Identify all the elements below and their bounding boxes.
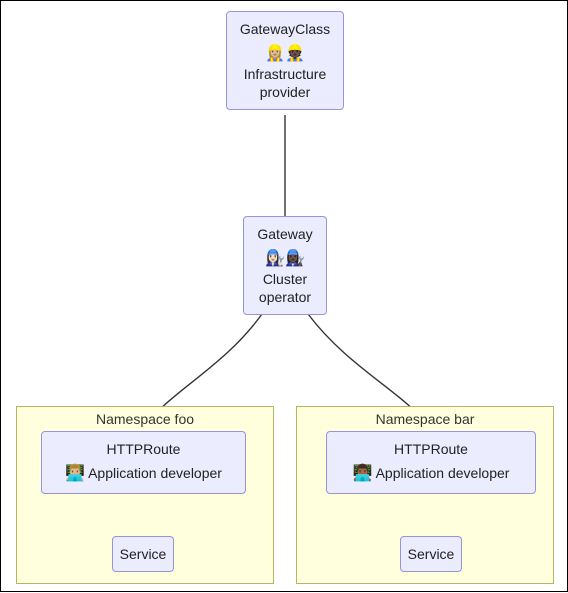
gatewayclass-title: GatewayClass xyxy=(237,20,333,38)
gateway-role-2: operator xyxy=(254,288,316,306)
node-service-bar: Service xyxy=(400,536,462,572)
gatewayclass-role-1: Infrastructure xyxy=(237,65,333,83)
node-gatewayclass: GatewayClass 👷🏼‍♀️👷🏿 Infrastructure prov… xyxy=(226,11,344,110)
node-httproute-bar: HTTPRoute 👨🏾‍💻 Application developer xyxy=(326,431,536,494)
namespace-bar-label: Namespace bar xyxy=(297,411,553,427)
gatewayclass-role-2: provider xyxy=(237,83,333,101)
httproute-foo-role: Application developer xyxy=(88,465,222,481)
service-foo-label: Service xyxy=(120,546,167,562)
service-bar-label: Service xyxy=(408,546,455,562)
node-service-foo: Service xyxy=(112,536,174,572)
node-gateway: Gateway 👩🏻‍🔧👩🏿‍🔧 Cluster operator xyxy=(243,216,327,315)
developer-icon: 👨🏾‍💻 xyxy=(353,465,373,482)
gateway-role-1: Cluster xyxy=(254,270,316,288)
node-httproute-foo: HTTPRoute 👨🏼‍💻 Application developer xyxy=(41,431,246,494)
mechanic-icon: 👩🏻‍🔧👩🏿‍🔧 xyxy=(254,249,316,270)
gateway-title: Gateway xyxy=(254,225,316,243)
httproute-bar-role: Application developer xyxy=(376,465,510,481)
construction-worker-icon: 👷🏼‍♀️👷🏿 xyxy=(237,44,333,65)
developer-icon: 👨🏼‍💻 xyxy=(65,465,85,482)
httproute-bar-title: HTTPRoute xyxy=(337,440,525,458)
namespace-foo-label: Namespace foo xyxy=(17,411,273,427)
httproute-foo-title: HTTPRoute xyxy=(52,440,235,458)
